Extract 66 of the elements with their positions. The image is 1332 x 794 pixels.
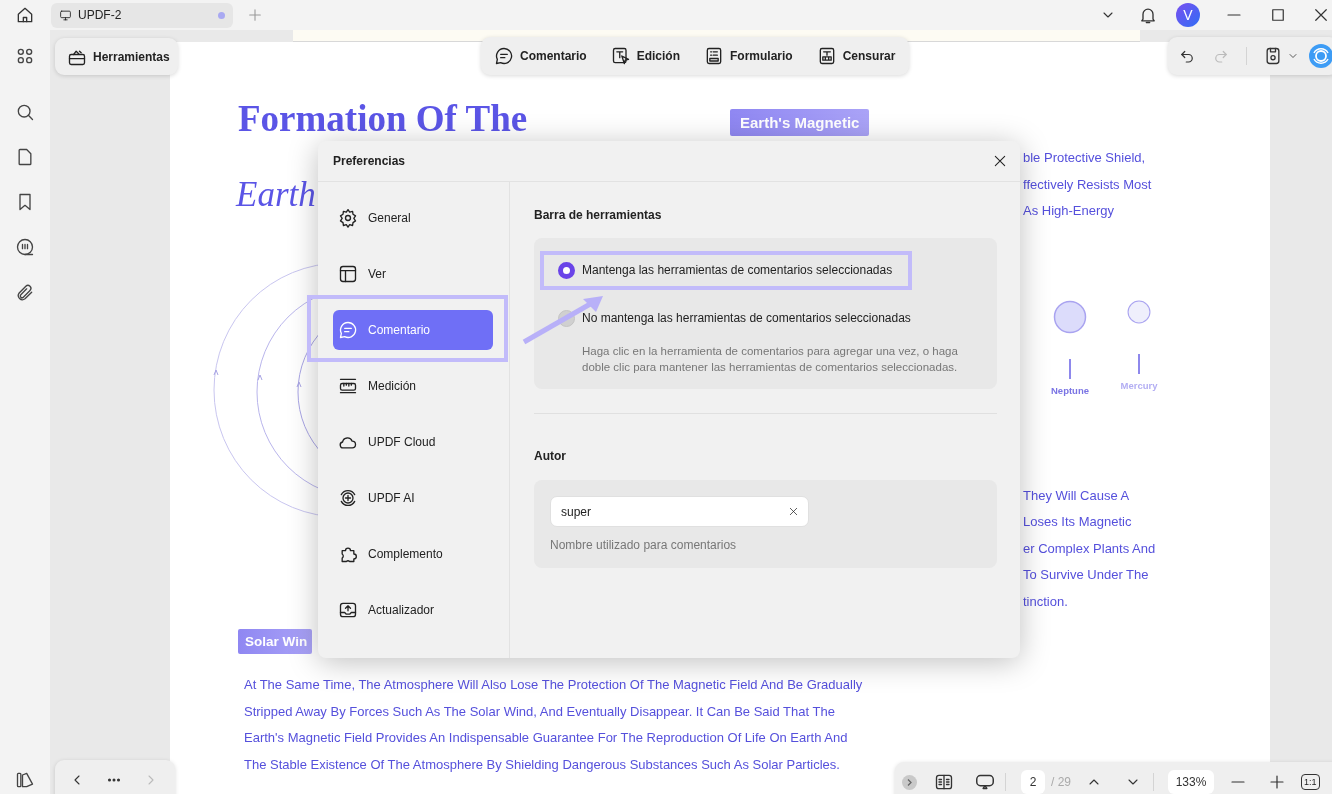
mode-button[interactable]: Edición [610, 46, 681, 66]
body-text: tinction. [1023, 592, 1069, 611]
page-count: / 29 [1051, 775, 1071, 789]
body-text: They Will Cause A [1023, 486, 1131, 505]
page-number-field[interactable]: 2 [1021, 770, 1045, 794]
layout-icon [338, 264, 358, 284]
document-title: Formation Of The [238, 98, 528, 140]
planet-label: Neptune [1051, 384, 1089, 396]
settings-nav-item[interactable]: Medición [333, 366, 493, 406]
body-text: As High-Energy [1023, 202, 1116, 220]
mode-button[interactable]: Censurar [816, 46, 896, 66]
assistant-logo-icon[interactable] [1309, 44, 1332, 68]
body-text: ffectively Resists Most [1023, 175, 1153, 194]
settings-nav-item[interactable]: Complemento [333, 534, 493, 574]
zoom-field[interactable]: 133% [1168, 770, 1214, 794]
book-icon[interactable] [934, 772, 954, 792]
maximize-icon[interactable] [1269, 6, 1287, 24]
section-heading: Autor [534, 449, 567, 463]
option-label: No mantenga las herramientas de comentarios seleccionadas [582, 311, 911, 325]
expand-icon[interactable] [902, 774, 917, 790]
body-paragraph: At The Same Time, The Atmosphere Will Also Lose The Protection Of The Magnetic Field And Be Gradually Stripped Away By Forces Such As The Solar Wind, And Eventually Disappear. It Can Be Said That The Earth's Magnetic Field Provides An Indispensable Guarantee For The Reproduction Of Life On Earth And The Stable Existence Of The Atmosphere By Shielding Dangerous Substances Such As Solar Particles. [244, 676, 864, 774]
user-avatar[interactable]: V [1176, 3, 1200, 27]
body-text: ble Protective Shield, [1023, 149, 1147, 167]
settings-nav-item[interactable]: Ver [333, 254, 493, 294]
mode-button[interactable]: Comentario [494, 46, 587, 66]
radio-button[interactable] [558, 261, 575, 279]
option-description: Haga clic en la herramienta de comentarios para agregar una vez, o haga doble clic para mantener las herramientas de comentarios seleccionadas. [582, 344, 959, 375]
dialog-title: Preferencias [333, 154, 407, 168]
panels-icon[interactable] [15, 770, 35, 790]
body-text: To Survive Under The [1023, 566, 1150, 584]
text-cursor-icon [610, 46, 631, 66]
comment-icon[interactable] [15, 237, 35, 257]
monitor-icon [59, 8, 72, 22]
actual-size-button[interactable]: 1:1 [1301, 774, 1320, 790]
body-text: Loses Its Magnetic [1023, 513, 1133, 531]
settings-nav-item[interactable]: UPDF AI [333, 478, 493, 518]
section-tag: Earth's Magnetic [730, 109, 870, 136]
apps-icon[interactable] [15, 46, 35, 66]
close-icon[interactable] [992, 153, 1008, 169]
planet-drawing [1127, 299, 1151, 324]
document-title: Earth [236, 174, 316, 216]
comment-icon [338, 320, 358, 340]
gear-icon [338, 208, 358, 228]
mode-button[interactable]: Formulario [704, 46, 793, 66]
clear-icon[interactable] [788, 506, 799, 517]
section-heading: Barra de herramientas [534, 208, 663, 222]
zoom-in-icon[interactable] [1268, 773, 1286, 791]
home-icon[interactable] [15, 5, 35, 25]
author-field[interactable]: super [550, 496, 809, 527]
close-icon[interactable] [1312, 6, 1330, 24]
planet-drawing [1053, 299, 1087, 334]
comment-icon [494, 46, 514, 66]
settings-nav-item[interactable]: UPDF Cloud [333, 422, 493, 462]
option-label: Mantenga las herramientas de comentarios seleccionadas [582, 263, 893, 277]
ruler-icon [338, 376, 358, 396]
section-tag: Solar Win [238, 629, 313, 654]
settings-nav-item[interactable]: Actualizador [333, 590, 493, 630]
settings-nav-item[interactable]: Comentario [333, 310, 493, 350]
planet-label: Mercury [1120, 379, 1158, 391]
settings-nav-item[interactable]: General [333, 198, 493, 238]
paperclip-icon[interactable] [15, 283, 35, 303]
field-hint: Nombre utilizado para comentarios [550, 538, 738, 552]
upload-icon [338, 600, 358, 620]
document-tab[interactable]: UPDF-2 [51, 2, 233, 28]
search-icon[interactable] [15, 102, 35, 122]
body-text: er Complex Plants And [1023, 539, 1157, 558]
